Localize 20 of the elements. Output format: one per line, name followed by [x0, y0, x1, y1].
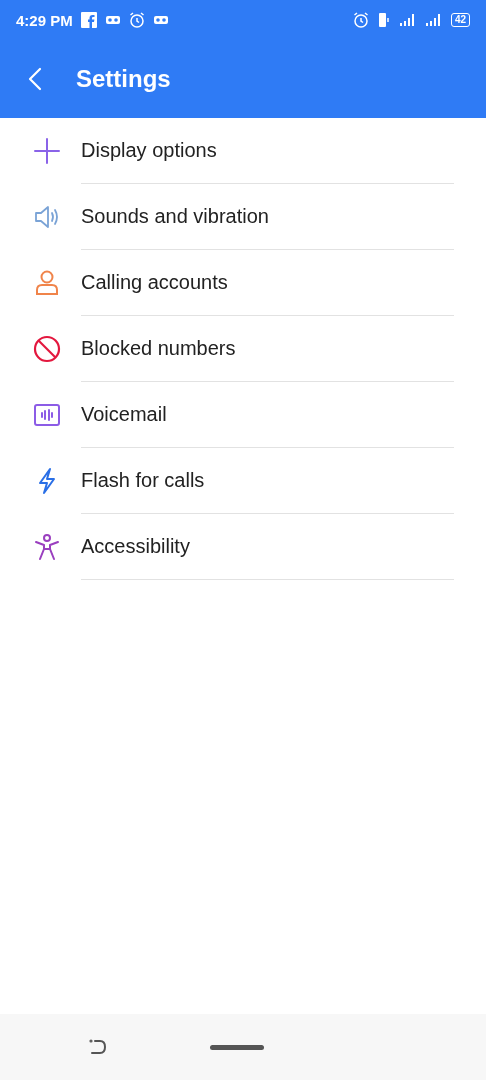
alarm-icon: [128, 12, 145, 28]
page-title: Settings: [76, 65, 171, 93]
back-nav-icon[interactable]: [88, 1037, 108, 1057]
glasses-icon: [104, 15, 121, 25]
settings-item[interactable]: Sounds and vibration: [81, 184, 454, 250]
settings-item[interactable]: Accessibility: [81, 514, 454, 580]
settings-item[interactable]: Blocked numbers: [81, 316, 454, 382]
battery-level: 42: [450, 13, 470, 27]
settings-item[interactable]: Calling accounts: [81, 250, 454, 316]
facebook-icon: [80, 12, 97, 28]
status-time: 4:29 PM: [16, 11, 73, 29]
vibrate-icon: [376, 12, 391, 28]
settings-item[interactable]: Voicemail: [81, 382, 454, 448]
signal-icon: [398, 13, 417, 27]
settings-item[interactable]: Flash for calls: [81, 448, 454, 514]
glasses-icon: [152, 15, 169, 25]
signal-icon: [424, 13, 443, 27]
settings-item[interactable]: Display options: [81, 118, 454, 184]
home-bar[interactable]: [210, 1044, 264, 1050]
alarm-icon: [352, 12, 369, 28]
